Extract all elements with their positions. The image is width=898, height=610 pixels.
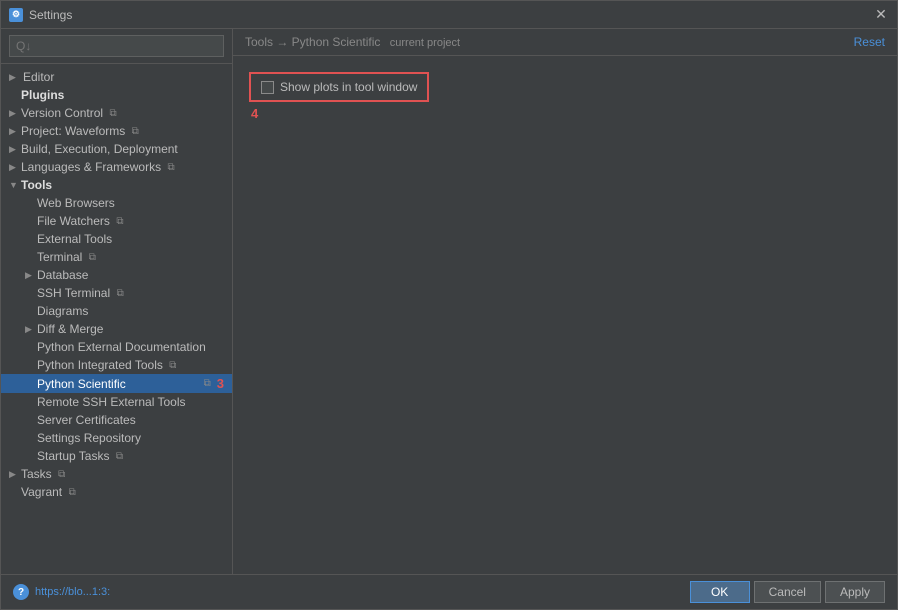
main-panel: Tools → Python Scientific current projec… xyxy=(233,29,897,574)
sidebar-item-ssh-terminal[interactable]: SSH Terminal ⧉ xyxy=(1,284,232,302)
main-content: Show plots in tool window 4 xyxy=(233,56,897,574)
show-plots-checkbox[interactable] xyxy=(261,81,274,94)
sidebar-item-settings-repository[interactable]: Settings Repository xyxy=(1,429,232,447)
help-button[interactable]: ? xyxy=(13,584,29,600)
sidebar-item-python-integrated-tools[interactable]: Python Integrated Tools ⧉ xyxy=(1,356,232,374)
sidebar-item-project-waveforms[interactable]: ▶Project: Waveforms ⧉ xyxy=(1,122,232,140)
copy-icon-selected: ⧉ xyxy=(204,378,211,389)
title-bar: ⚙ Settings ✕ xyxy=(1,1,897,29)
sidebar-item-build-execution[interactable]: ▶Build, Execution, Deployment xyxy=(1,140,232,158)
title-bar-left: ⚙ Settings xyxy=(9,8,72,22)
sidebar-item-version-control[interactable]: ▶Version Control ⧉ xyxy=(1,104,232,122)
settings-dialog: ⚙ Settings ✕ ▶Editor Plugins ▶Version Co… xyxy=(0,0,898,610)
search-box xyxy=(1,29,232,64)
bottom-link[interactable]: https://blo...1:3: xyxy=(35,586,110,598)
bottom-bar: ? https://blo...1:3: OK Cancel Apply xyxy=(1,574,897,609)
dialog-title: Settings xyxy=(29,8,72,22)
sidebar-item-file-watchers[interactable]: File Watchers ⧉ xyxy=(1,212,232,230)
sidebar-item-tools[interactable]: ▼Tools xyxy=(1,176,232,194)
show-plots-label: Show plots in tool window xyxy=(280,80,417,94)
show-plots-wrapper: Show plots in tool window 4 xyxy=(249,72,429,121)
copy-icon: ⧉ xyxy=(64,485,80,499)
sidebar: ▶Editor Plugins ▶Version Control ⧉ ▶Proj… xyxy=(1,29,233,574)
copy-icon: ⧉ xyxy=(111,449,127,463)
apply-button[interactable]: Apply xyxy=(825,581,885,603)
main-header: Tools → Python Scientific current projec… xyxy=(233,29,897,56)
sidebar-item-diff-merge[interactable]: ▶Diff & Merge xyxy=(1,320,232,338)
settings-icon: ⚙ xyxy=(9,8,23,22)
copy-icon: ⧉ xyxy=(163,160,179,174)
sidebar-item-editor[interactable]: ▶Editor xyxy=(1,68,232,86)
sidebar-item-database[interactable]: ▶Database xyxy=(1,266,232,284)
copy-icon: ⧉ xyxy=(84,250,100,264)
sidebar-item-python-scientific[interactable]: Python Scientific ⧉ 3 xyxy=(1,374,232,393)
copy-icon: ⧉ xyxy=(112,286,128,300)
copy-icon: ⧉ xyxy=(105,106,121,120)
sidebar-item-external-tools[interactable]: External Tools xyxy=(1,230,232,248)
show-plots-in-tool-window-option[interactable]: Show plots in tool window xyxy=(249,72,429,102)
sidebar-item-remote-ssh[interactable]: Remote SSH External Tools xyxy=(1,393,232,411)
sidebar-item-languages-frameworks[interactable]: ▶Languages & Frameworks ⧉ xyxy=(1,158,232,176)
copy-icon: ⧉ xyxy=(54,467,70,481)
cancel-button[interactable]: Cancel xyxy=(754,581,821,603)
annotation-3: 3 xyxy=(217,376,224,391)
dialog-content: ▶Editor Plugins ▶Version Control ⧉ ▶Proj… xyxy=(1,29,897,574)
sidebar-item-startup-tasks[interactable]: Startup Tasks ⧉ xyxy=(1,447,232,465)
python-scientific-row: Python Scientific ⧉ 3 xyxy=(25,376,224,391)
tree-area: ▶Editor Plugins ▶Version Control ⧉ ▶Proj… xyxy=(1,64,232,574)
breadcrumb: Tools → Python Scientific current projec… xyxy=(245,35,460,49)
sidebar-item-server-certificates[interactable]: Server Certificates xyxy=(1,411,232,429)
sidebar-item-python-external-doc[interactable]: Python External Documentation xyxy=(1,338,232,356)
sidebar-item-plugins[interactable]: Plugins xyxy=(1,86,232,104)
copy-icon: ⧉ xyxy=(127,124,143,138)
search-input[interactable] xyxy=(9,35,224,57)
ok-button[interactable]: OK xyxy=(690,581,750,603)
copy-icon: ⧉ xyxy=(165,358,181,372)
sidebar-item-terminal[interactable]: Terminal ⧉ xyxy=(1,248,232,266)
sidebar-item-diagrams[interactable]: Diagrams xyxy=(1,302,232,320)
reset-link[interactable]: Reset xyxy=(854,35,885,49)
sidebar-item-vagrant[interactable]: Vagrant ⧉ xyxy=(1,483,232,501)
annotation-4: 4 xyxy=(251,106,429,121)
copy-icon: ⧉ xyxy=(112,214,128,228)
bottom-buttons: OK Cancel Apply xyxy=(690,581,885,603)
sidebar-item-tasks[interactable]: ▶Tasks ⧉ xyxy=(1,465,232,483)
close-button[interactable]: ✕ xyxy=(873,7,889,23)
sidebar-item-web-browsers[interactable]: Web Browsers xyxy=(1,194,232,212)
